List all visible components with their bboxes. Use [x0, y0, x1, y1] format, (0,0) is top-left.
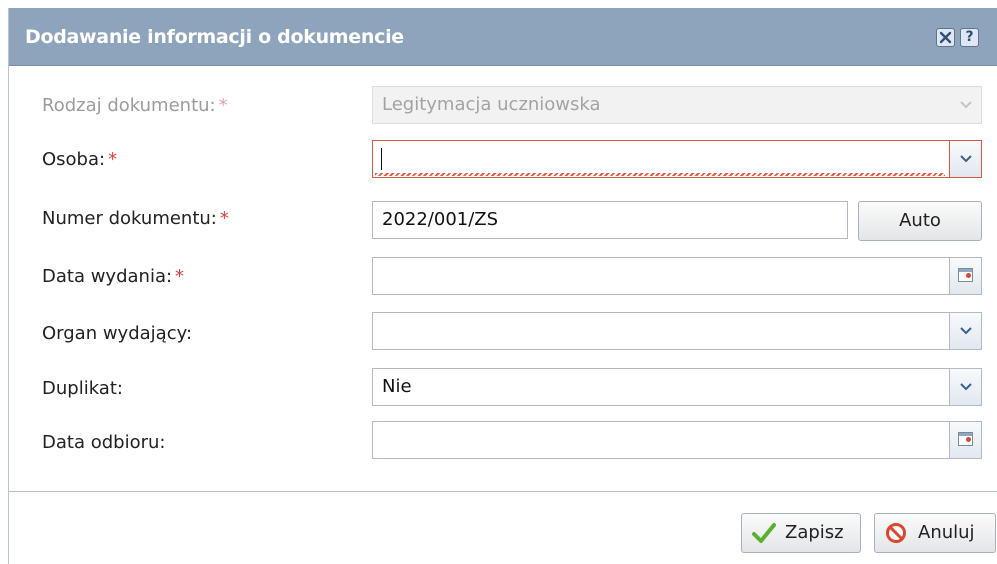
- chevron-down-icon[interactable]: [949, 313, 981, 349]
- calendar-icon: [958, 268, 973, 282]
- invalid-underline: [375, 173, 945, 176]
- document-type-select[interactable]: Legitymacja uczniowska: [372, 86, 982, 124]
- calendar-button[interactable]: [949, 422, 981, 458]
- help-icon-glyph: ?: [965, 29, 974, 45]
- document-number-input[interactable]: 2022/001/ZS: [372, 201, 848, 239]
- footer-divider: [9, 491, 997, 492]
- pickup-date-label-text: Data odbioru:: [42, 432, 166, 453]
- save-button[interactable]: Zapisz: [741, 513, 861, 553]
- issue-date-input[interactable]: [372, 257, 982, 295]
- pickup-date-label: Data odbioru:: [42, 432, 165, 453]
- close-icon[interactable]: [936, 28, 955, 47]
- document-number-label: Numer dokumentu: *: [42, 208, 229, 229]
- calendar-icon: [958, 432, 973, 446]
- issue-date-label: Data wydania: *: [42, 266, 184, 287]
- save-label: Zapisz: [785, 522, 844, 543]
- checkmark-icon: [752, 523, 776, 543]
- person-combobox[interactable]: [372, 140, 982, 178]
- document-type-label-text: Rodzaj dokumentu:: [42, 95, 216, 116]
- pickup-date-input[interactable]: [372, 421, 982, 459]
- chevron-down-icon[interactable]: [949, 369, 981, 405]
- required-mark: *: [175, 266, 185, 287]
- document-type-value: Legitymacja uczniowska: [382, 94, 601, 115]
- calendar-button[interactable]: [949, 258, 981, 294]
- required-mark: *: [218, 95, 228, 116]
- person-label-text: Osoba:: [42, 149, 106, 170]
- document-number-label-text: Numer dokumentu:: [42, 208, 217, 229]
- dialog-window: Dodawanie informacji o dokumencie ? Rodz…: [8, 8, 997, 564]
- chevron-down-icon: [949, 87, 981, 123]
- duplicate-value: Nie: [382, 376, 412, 397]
- auto-number-button[interactable]: Auto: [858, 201, 982, 241]
- issuing-authority-select[interactable]: [372, 312, 982, 350]
- document-number-value: 2022/001/ZS: [382, 209, 499, 230]
- dialog-title: Dodawanie informacji o dokumencie: [25, 26, 404, 48]
- issuing-authority-label: Organ wydający:: [42, 323, 192, 344]
- document-type-label: Rodzaj dokumentu: *: [42, 95, 228, 116]
- issue-date-label-text: Data wydania:: [42, 266, 173, 287]
- cancel-button[interactable]: Anuluj: [874, 513, 996, 553]
- duplicate-label-text: Duplikat:: [42, 378, 123, 399]
- help-icon[interactable]: ?: [960, 28, 979, 47]
- auto-number-label: Auto: [899, 210, 941, 231]
- person-label: Osoba: *: [42, 149, 117, 170]
- issuing-authority-label-text: Organ wydający:: [42, 323, 193, 344]
- duplicate-label: Duplikat:: [42, 378, 123, 399]
- required-mark: *: [108, 149, 118, 170]
- chevron-down-icon[interactable]: [949, 141, 981, 177]
- required-mark: *: [219, 208, 229, 229]
- duplicate-select[interactable]: Nie: [372, 368, 982, 406]
- cancel-label: Anuluj: [918, 522, 975, 543]
- cancel-icon: [886, 523, 906, 543]
- dialog-titlebar[interactable]: Dodawanie informacji o dokumencie ?: [9, 8, 997, 66]
- text-cursor: [381, 148, 382, 170]
